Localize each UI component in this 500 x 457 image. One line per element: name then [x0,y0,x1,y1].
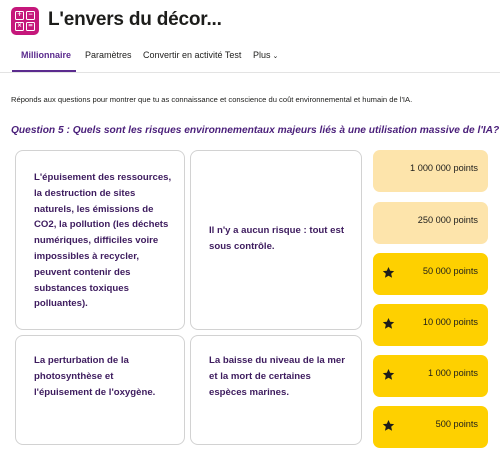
tab-convertir-activite-test[interactable]: Convertir en activité Test [143,50,241,60]
answer-text: Il n'y a aucun risque : tout est sous co… [209,225,345,252]
answer-text: La perturbation de la photosynthèse et l… [34,355,156,398]
calc-cell-icon: − [26,11,35,20]
question-title: Question 5 : Quels sont les risques envi… [11,125,500,136]
instruction-text: Réponds aux questions pour montrer que t… [11,95,413,104]
calc-cell-icon: + [15,11,24,20]
answer-card-1[interactable]: L'épuisement des ressources, la destruct… [15,150,185,330]
ladder-points: 250 000 points [417,215,478,225]
tab-bar: Millionnaire Paramètres Convertir en act… [0,42,500,73]
tab-parametres[interactable]: Paramètres [85,50,132,60]
calculator-app-icon: + − × = [11,7,39,35]
tab-plus[interactable]: Plus ⌄ [253,50,278,60]
star-icon [382,419,395,431]
ladder-rung-1000: 1 000 points [373,355,488,397]
page: + − × = L'envers du décor... Millionnair… [0,0,500,457]
ladder-points: 1 000 000 points [410,163,478,173]
answer-text: La baisse du niveau de la mer et la mort… [209,355,345,398]
ladder-rung-50000: 50 000 points [373,253,488,295]
chevron-down-icon: ⌄ [272,53,279,60]
calc-cell-icon: = [26,22,35,31]
answer-card-2[interactable]: Il n'y a aucun risque : tout est sous co… [190,150,362,330]
ladder-rung-10000: 10 000 points [373,304,488,346]
tab-millionnaire[interactable]: Millionnaire [21,50,71,60]
ladder-rung-250000: 250 000 points [373,202,488,244]
answer-card-3[interactable]: La perturbation de la photosynthèse et l… [15,335,185,445]
answer-text: L'épuisement des ressources, la destruct… [34,172,172,310]
page-title: L'envers du décor... [48,9,222,30]
ladder-points: 10 000 points [422,317,478,327]
ladder-points: 500 points [435,419,478,429]
calc-cell-icon: × [15,22,24,31]
star-icon [382,368,395,380]
ladder-rung-1000000: 1 000 000 points [373,150,488,192]
ladder-points: 50 000 points [422,266,478,276]
tab-plus-label: Plus [253,50,271,60]
ladder-points: 1 000 points [427,368,478,378]
star-icon [382,266,395,278]
ladder-rung-500: 500 points [373,406,488,448]
active-tab-indicator [12,70,76,72]
header: + − × = L'envers du décor... [0,0,500,42]
answer-card-4[interactable]: La baisse du niveau de la mer et la mort… [190,335,362,445]
star-icon [382,317,395,329]
